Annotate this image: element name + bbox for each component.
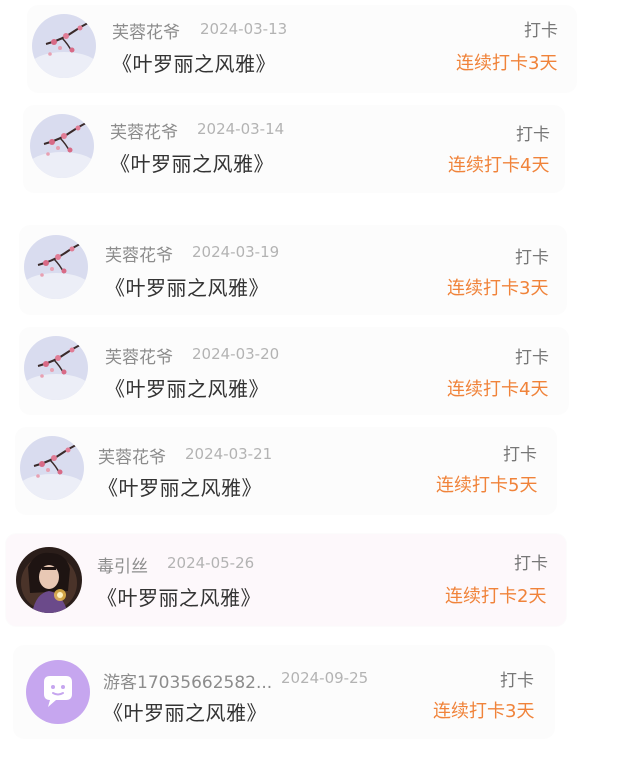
streak-label: 连续打卡4天 (448, 155, 550, 176)
checkin-action-label: 打卡 (503, 445, 537, 465)
checkin-action-label: 打卡 (500, 671, 534, 691)
checkin-date: 2024-03-19 (192, 243, 280, 261)
checkin-date: 2024-03-20 (192, 345, 280, 363)
checkin-action-label: 打卡 (515, 348, 549, 368)
character-portrait-avatar-icon[interactable] (16, 547, 82, 613)
user-name[interactable]: 毒引丝 (97, 552, 148, 577)
checkin-action-label: 打卡 (524, 21, 558, 41)
plum-blossom-avatar-icon[interactable] (24, 235, 88, 299)
plum-blossom-avatar-icon[interactable] (32, 14, 96, 78)
checkin-card[interactable] (14, 646, 554, 738)
user-name[interactable]: 芙蓉花爷 (105, 343, 173, 368)
checkin-action-label: 打卡 (516, 125, 550, 145)
checkin-action-label: 打卡 (514, 554, 548, 574)
checkin-card[interactable] (20, 226, 566, 314)
checkin-card[interactable] (24, 106, 564, 192)
checkin-date: 2024-03-14 (197, 120, 285, 138)
plum-blossom-avatar-icon[interactable] (20, 436, 84, 500)
user-name[interactable]: 游客17035662582... (103, 668, 272, 693)
plum-blossom-avatar-icon[interactable] (24, 336, 88, 400)
book-title[interactable]: 《叶罗丽之风雅》 (110, 148, 274, 177)
book-title[interactable]: 《叶罗丽之风雅》 (105, 272, 269, 301)
checkin-action-label: 打卡 (515, 248, 549, 268)
checkin-date: 2024-05-26 (167, 554, 255, 572)
checkin-date: 2024-09-25 (281, 669, 369, 687)
checkin-list: 芙蓉花爷 2024-03-13 《叶罗丽之风雅》 打卡 连续打卡3天 芙蓉花爷 … (0, 0, 640, 765)
plum-blossom-avatar-icon[interactable] (30, 114, 94, 178)
checkin-card[interactable] (20, 328, 568, 414)
book-title[interactable]: 《叶罗丽之风雅》 (103, 697, 267, 726)
streak-label: 连续打卡3天 (433, 701, 535, 722)
streak-label: 连续打卡3天 (447, 278, 549, 299)
chat-bubble-avatar-icon[interactable] (26, 660, 90, 724)
streak-label: 连续打卡2天 (445, 586, 547, 607)
streak-label: 连续打卡4天 (447, 379, 549, 400)
checkin-date: 2024-03-13 (200, 20, 288, 38)
streak-label: 连续打卡3天 (456, 53, 558, 74)
book-title[interactable]: 《叶罗丽之风雅》 (112, 48, 276, 77)
user-name[interactable]: 芙蓉花爷 (110, 118, 178, 143)
streak-label: 连续打卡5天 (436, 475, 538, 496)
book-title[interactable]: 《叶罗丽之风雅》 (98, 472, 262, 501)
checkin-date: 2024-03-21 (185, 445, 273, 463)
user-name[interactable]: 芙蓉花爷 (105, 241, 173, 266)
checkin-card[interactable] (6, 534, 566, 626)
book-title[interactable]: 《叶罗丽之风雅》 (97, 582, 261, 611)
user-name[interactable]: 芙蓉花爷 (112, 18, 180, 43)
user-name[interactable]: 芙蓉花爷 (98, 443, 166, 468)
book-title[interactable]: 《叶罗丽之风雅》 (105, 373, 269, 402)
